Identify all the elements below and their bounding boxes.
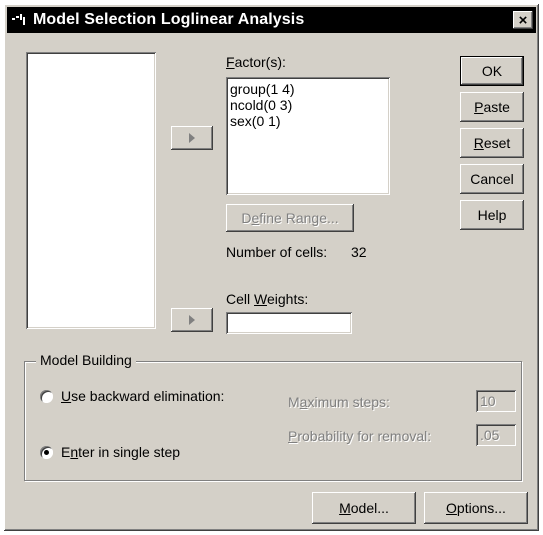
backward-elimination-label[interactable]: Use backward elimination: — [61, 388, 224, 404]
model-building-group — [24, 361, 522, 481]
model-button[interactable]: Model... — [312, 492, 416, 524]
title-bar[interactable]: Model Selection Loglinear Analysis × — [7, 7, 536, 33]
source-variable-list[interactable] — [26, 52, 156, 329]
factors-list[interactable]: group(1 4) ncold(0 3) sex(0 1) — [226, 77, 390, 195]
close-icon: × — [518, 11, 528, 29]
move-to-cell-weights-button[interactable] — [171, 308, 213, 332]
number-of-cells-value: 32 — [351, 244, 367, 260]
cancel-button[interactable]: Cancel — [460, 164, 524, 194]
dialog-app-icon — [10, 11, 30, 29]
number-of-cells-label: Number of cells: — [226, 244, 328, 260]
single-step-label[interactable]: Enter in single step — [61, 444, 180, 460]
factor-item[interactable]: group(1 4) — [226, 81, 390, 97]
factor-item[interactable]: ncold(0 3) — [226, 97, 390, 113]
model-building-legend: Model Building — [36, 352, 136, 368]
right-arrow-icon — [189, 315, 195, 325]
options-button[interactable]: Options... — [424, 492, 528, 524]
probability-removal-field[interactable]: .05 — [476, 424, 516, 446]
factor-item[interactable]: sex(0 1) — [226, 113, 390, 129]
cell-weights-field[interactable] — [226, 312, 352, 334]
right-arrow-icon — [189, 133, 195, 143]
probability-removal-label: Probability for removal: — [288, 428, 432, 444]
reset-button[interactable]: Reset — [460, 128, 524, 158]
ok-button[interactable]: OK — [460, 56, 524, 86]
backward-elimination-radio[interactable] — [40, 390, 53, 403]
close-button[interactable]: × — [513, 11, 533, 29]
move-to-factors-button[interactable] — [171, 126, 213, 150]
window-title: Model Selection Loglinear Analysis — [33, 11, 305, 28]
maximum-steps-label: Maximum steps: — [288, 394, 390, 410]
maximum-steps-field[interactable]: 10 — [476, 390, 516, 412]
paste-button[interactable]: Paste — [460, 92, 524, 122]
help-button[interactable]: Help — [460, 200, 524, 230]
factors-label: Factor(s): — [226, 54, 286, 70]
cell-weights-label: Cell Weights: — [226, 291, 309, 307]
dialog-window: Model Selection Loglinear Analysis × Fac… — [4, 4, 539, 531]
define-range-button[interactable]: De fine Range... — [226, 204, 354, 232]
single-step-radio[interactable] — [40, 446, 53, 459]
